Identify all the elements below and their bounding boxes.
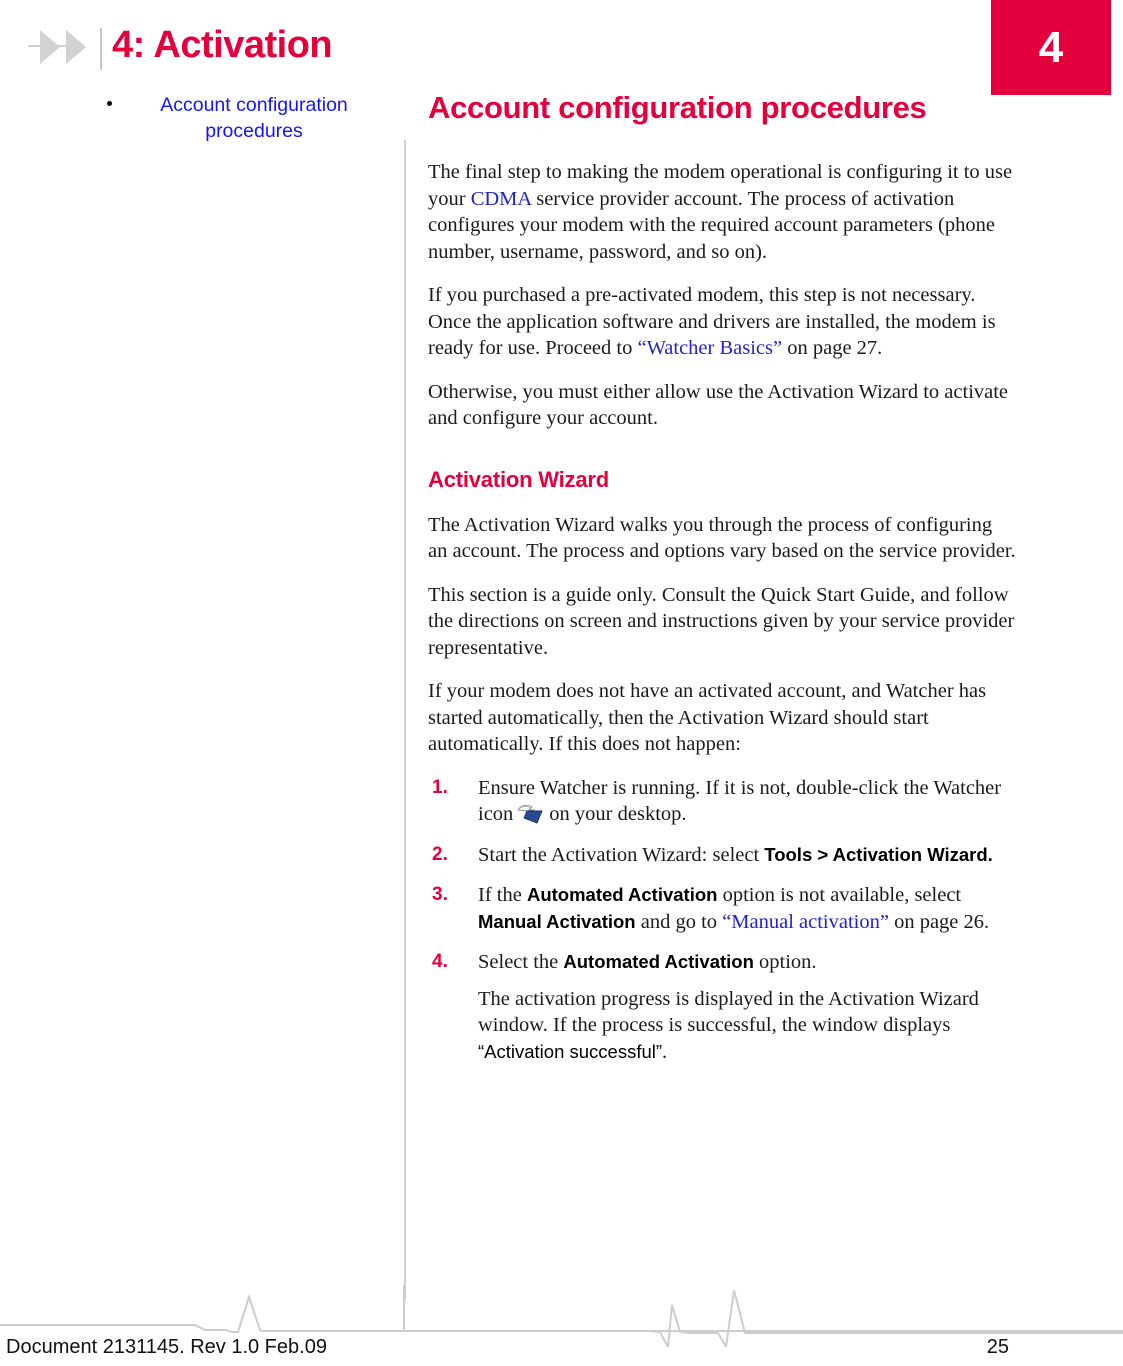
term-cdma[interactable]: CDMA [471, 188, 531, 210]
paragraph-text: Otherwise, you must either allow use the… [428, 380, 1009, 430]
step-1: 1. Ensure Watcher is running. If it is no… [428, 775, 1016, 828]
section-paragraph-2: This section is a guide only. Consult th… [428, 583, 1015, 659]
procedure-steps: 1. Ensure Watcher is running. If it is no… [428, 775, 1016, 1066]
step-text: Select the [478, 951, 564, 973]
step-text: on your desktop. [549, 803, 687, 825]
paragraph-text: on page 27. [782, 337, 883, 359]
sidebar-item-account-configuration-procedures[interactable]: Account configuration procedures [60, 92, 380, 144]
step-text: Start the Activation Wizard: select [478, 843, 765, 866]
intro-paragraph-1: The final step to making the modem opera… [428, 159, 1016, 265]
column-divider [404, 140, 406, 1301]
intro-paragraph-2: If you purchased a pre-activated modem, … [428, 282, 1016, 362]
page-footer: Document 2131145. Rev 1.0 Feb.09 25 [0, 1332, 1123, 1366]
option-manual-activation: Manual Activation [478, 910, 636, 932]
step-text: and go to [635, 910, 723, 933]
running-head-separator [100, 28, 102, 70]
step-number: 1. [432, 776, 448, 798]
document-page: 4 4: Activation Account configuration pr… [0, 0, 1123, 1366]
watcher-icon [516, 803, 546, 825]
note-text: . [662, 1040, 668, 1063]
option-automated-activation: Automated Activation [563, 951, 754, 972]
sidebar-item-label: Account configuration procedures [160, 94, 348, 142]
chapter-title: 4: Activation [112, 24, 333, 66]
step-4-note: The activation progress is displayed in … [478, 986, 1016, 1066]
page-number: 25 [986, 1336, 1009, 1358]
section-heading-activation-wizard: Activation Wizard [428, 466, 609, 492]
step-number: 3. [432, 884, 448, 905]
chevron-right-icon [40, 30, 60, 64]
step-text: If the [478, 884, 527, 906]
running-head: 4: Activation [0, 18, 980, 76]
sidebar: Account configuration procedures [60, 92, 380, 150]
chapter-number-tab: 4 [991, 0, 1111, 95]
status-message-activation-successful: “Activation successful” [478, 1040, 663, 1062]
step-3: 3. If the Automated Activation option is … [428, 882, 1016, 935]
cross-reference-manual-activation[interactable]: “Manual activation” [722, 911, 889, 933]
note-text: The activation progress is displayed in … [478, 987, 979, 1037]
chevron-right-icon [66, 30, 86, 64]
step-number: 4. [432, 951, 448, 972]
main-content: Account configuration procedures The fin… [428, 86, 1016, 1079]
cross-reference-watcher-basics[interactable]: “Watcher Basics” [637, 337, 782, 359]
step-text: option. [753, 951, 817, 973]
step-4: 4. Select the Automated Activation option… [428, 949, 1016, 1065]
step-2: 2. Start the Activation Wizard: select To… [428, 842, 1016, 869]
page-title: Account configuration procedures [428, 90, 927, 125]
menu-path-tools-activation-wizard: Tools > Activation Wizard. [764, 843, 993, 865]
intro-paragraph-3: Otherwise, you must either allow use the… [428, 379, 1016, 432]
bullet-icon [107, 101, 112, 106]
option-automated-activation: Automated Activation [526, 884, 718, 905]
step-text: option is not available, select [717, 884, 962, 906]
document-info: Document 2131145. Rev 1.0 Feb.09 [6, 1336, 327, 1358]
step-number: 2. [432, 843, 448, 865]
step-text: on page 26. [888, 910, 990, 933]
section-paragraph-1: The Activation Wizard walks you through … [428, 513, 1016, 563]
section-paragraph-3: If your modem does not have an activated… [428, 680, 987, 755]
